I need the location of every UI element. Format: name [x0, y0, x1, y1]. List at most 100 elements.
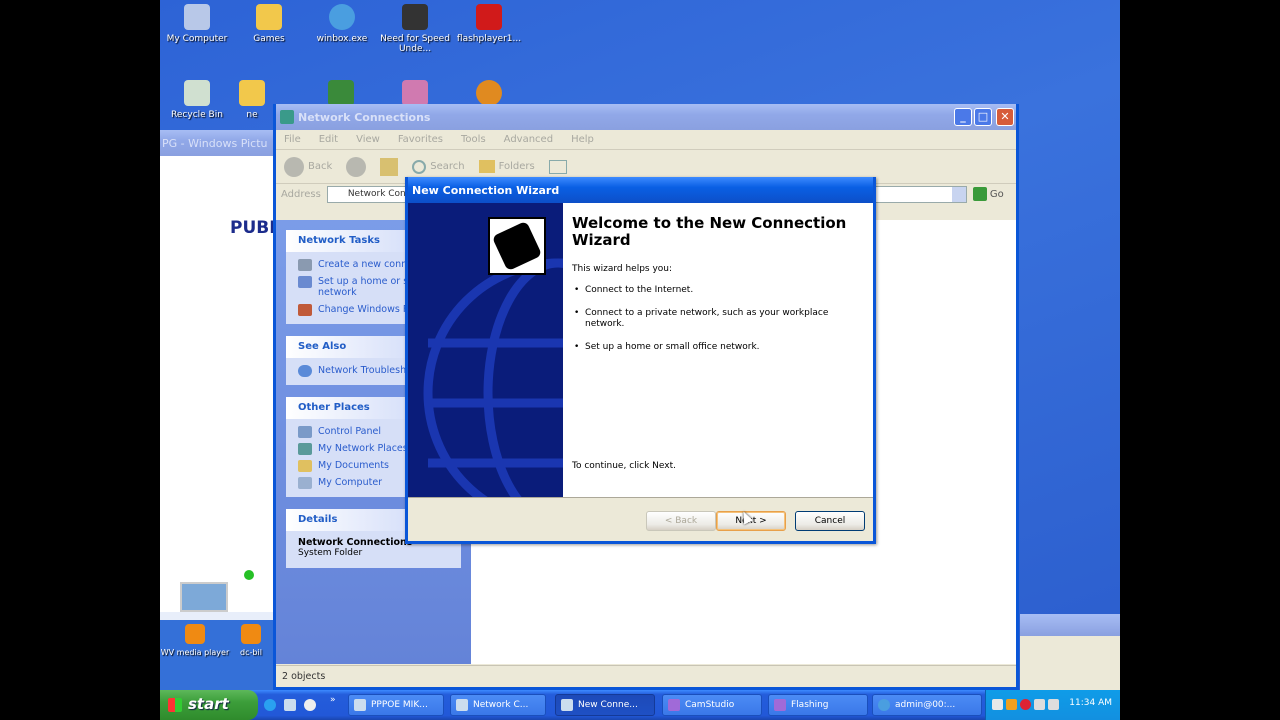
recycle-bin-icon	[184, 80, 210, 106]
home-network-icon	[298, 276, 312, 288]
taskbar-item-network-connections[interactable]: Network C...	[450, 694, 546, 716]
taskbar-item-new-connection[interactable]: New Conne...	[555, 694, 655, 716]
bg-right-titlebar	[1020, 614, 1120, 636]
winbox-icon	[878, 699, 890, 711]
bg-window-titlebar[interactable]: PG - Windows Pictu	[160, 130, 275, 156]
help-icon	[298, 365, 312, 377]
status-text: 2 objects	[282, 671, 326, 682]
desktop-icon-vlc[interactable]: WV media player	[160, 624, 230, 658]
back-button[interactable]: Back	[284, 156, 332, 177]
tray-icon[interactable]	[1006, 699, 1017, 710]
desktop-icon-flashplayer[interactable]: flashplayer1...	[452, 4, 526, 44]
desktop: My Computer Games winbox.exe Need for Sp…	[160, 0, 1120, 720]
menu-bar: File Edit View Favorites Tools Advanced …	[276, 130, 1016, 150]
wizard-divider	[408, 497, 873, 498]
menu-file[interactable]: File	[284, 134, 301, 145]
desktop-icon-vlc-2[interactable]: dc-bil	[226, 624, 276, 658]
wizard-content: Welcome to the New Connection Wizard Thi…	[563, 203, 873, 497]
system-tray: 11:34 AM	[985, 690, 1120, 720]
status-dot	[244, 570, 254, 580]
folder-icon	[256, 4, 282, 30]
bg-text: PUBI	[230, 218, 276, 238]
status-bar: 2 objects	[276, 665, 1016, 687]
desktop-icon-nfs[interactable]: Need for Speed Unde...	[378, 4, 452, 54]
go-arrow-icon	[972, 187, 987, 201]
folders-icon	[478, 160, 495, 173]
quicklaunch-more-icon[interactable]: »	[330, 695, 336, 705]
volume-tray-icon[interactable]	[1048, 699, 1059, 710]
menu-tools[interactable]: Tools	[461, 134, 486, 145]
up-folder-icon[interactable]	[380, 157, 399, 176]
desktop-icon-winbox[interactable]: winbox.exe	[305, 4, 379, 44]
network-places-icon	[298, 443, 312, 455]
back-arrow-icon	[284, 156, 304, 177]
firewall-icon	[298, 304, 312, 316]
forward-arrow-icon[interactable]	[346, 156, 367, 177]
menu-view[interactable]: View	[356, 134, 380, 145]
camstudio-icon	[668, 699, 680, 711]
cancel-button[interactable]: Cancel	[795, 511, 865, 531]
back-button[interactable]: < Back	[646, 511, 716, 531]
winbox-icon	[329, 4, 355, 30]
close-button[interactable]: ✕	[996, 108, 1014, 126]
wizard-bullet: Connect to a private network, such as yo…	[572, 308, 864, 330]
start-button[interactable]: start	[160, 690, 258, 720]
minimize-button[interactable]: _	[954, 108, 972, 126]
search-button[interactable]: Search	[412, 159, 465, 174]
wizard-icon	[561, 699, 573, 711]
desktop-icon-my-computer[interactable]: My Computer	[160, 4, 234, 44]
network-icon	[280, 110, 294, 124]
background-window-right	[1020, 614, 1120, 690]
network-icon	[456, 699, 468, 711]
network-tray-icon[interactable]	[1034, 699, 1045, 710]
app-icon[interactable]	[476, 80, 502, 106]
menu-advanced[interactable]: Advanced	[504, 134, 553, 145]
folder-icon	[239, 80, 265, 106]
wizard-bullet: Connect to the Internet.	[572, 285, 864, 296]
folders-button[interactable]: Folders	[478, 160, 535, 173]
wizard-bullet: Set up a home or small office network.	[572, 342, 864, 353]
vlc-icon	[185, 624, 205, 644]
app-icon	[354, 699, 366, 711]
wizard-intro: This wizard helps you:	[572, 264, 673, 274]
background-window[interactable]: PG - Windows Pictu PUBI	[160, 130, 276, 642]
menu-help[interactable]: Help	[571, 134, 594, 145]
desktop-icon-games[interactable]: Games	[232, 4, 306, 44]
documents-icon	[298, 460, 312, 472]
computer-image	[180, 582, 228, 612]
views-icon[interactable]	[548, 159, 567, 174]
computer-icon	[184, 4, 210, 30]
bg-window-content: PUBI	[160, 156, 276, 642]
details-type: System Folder	[298, 548, 363, 558]
wizard-titlebar[interactable]: New Connection Wizard	[408, 177, 873, 203]
taskbar-item-flashing[interactable]: Flashing	[768, 694, 868, 716]
address-dropdown-icon[interactable]	[951, 186, 966, 202]
app-icon[interactable]	[402, 80, 428, 106]
search-icon	[412, 159, 427, 174]
menu-edit[interactable]: Edit	[319, 134, 338, 145]
maximize-button[interactable]: □	[974, 108, 992, 126]
new-connection-icon	[298, 259, 312, 271]
taskbar-item-pppoe[interactable]: PPPOE MIK...	[348, 694, 444, 716]
wizard-heading: Welcome to the New Connection Wizard	[572, 214, 847, 249]
quicklaunch-icon[interactable]	[284, 699, 296, 711]
quicklaunch-icon[interactable]	[304, 699, 316, 711]
flash-icon	[476, 4, 502, 30]
desktop-icon-recycle-bin[interactable]: Recycle Bin	[160, 80, 234, 120]
desktop-icon-folder[interactable]: ne	[232, 80, 272, 120]
vlc-icon	[241, 624, 261, 644]
go-button[interactable]: Go	[972, 187, 1004, 201]
tray-icon[interactable]	[992, 699, 1003, 710]
taskbar-item-winbox[interactable]: admin@00:...	[872, 694, 982, 716]
tray-icon[interactable]	[1020, 699, 1031, 710]
new-connection-wizard[interactable]: New Connection Wizard Welcome to the New…	[405, 177, 876, 544]
menu-favorites[interactable]: Favorites	[398, 134, 443, 145]
clock[interactable]: 11:34 AM	[1069, 698, 1112, 708]
ie-quicklaunch-icon[interactable]	[264, 699, 276, 711]
connection-wizard-icon	[488, 217, 546, 275]
game-icon	[402, 4, 428, 30]
computer-icon	[298, 477, 312, 489]
app-icon[interactable]	[328, 80, 354, 106]
taskbar-item-camstudio[interactable]: CamStudio	[662, 694, 762, 716]
nc-titlebar[interactable]: Network Connections _ □ ✕	[276, 104, 1016, 130]
